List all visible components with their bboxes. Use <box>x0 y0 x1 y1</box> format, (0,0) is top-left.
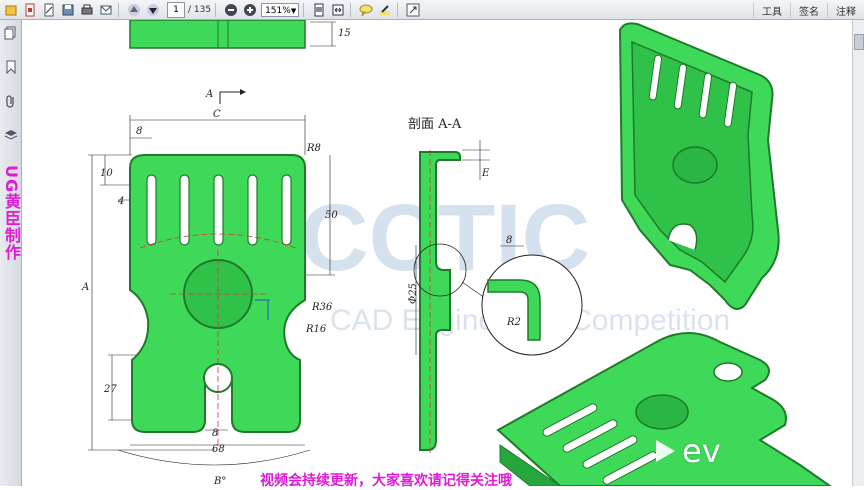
tools-menu[interactable]: 工具 <box>753 2 790 18</box>
comment-icon[interactable] <box>358 2 374 18</box>
pdf-toolbar: 1 / 135 151% ▼ 工具 签名 注释 <box>0 0 864 20</box>
fit-page-icon[interactable] <box>311 2 327 18</box>
fit-width-icon[interactable] <box>330 2 346 18</box>
dim-8-section: 8 <box>506 235 512 246</box>
dim-phi25: Φ25 <box>408 283 419 304</box>
dim-c: C <box>213 109 221 120</box>
dim-r2: R2 <box>506 317 521 328</box>
part-front-view <box>129 154 306 445</box>
dim-50: 50 <box>325 210 338 221</box>
dim-b: B° <box>213 476 226 486</box>
top-partial-view: 15 <box>129 20 351 49</box>
pages-icon[interactable] <box>4 26 18 40</box>
ev-logo-text: ev <box>682 432 721 470</box>
zoom-in-icon[interactable] <box>242 2 258 18</box>
section-title: 剖面 A-A <box>408 117 462 132</box>
dim-r16: R16 <box>305 324 327 335</box>
scrollbar-thumb[interactable] <box>853 34 864 50</box>
bookmark-icon[interactable] <box>4 60 18 75</box>
page-number-input[interactable]: 1 <box>167 1 185 18</box>
vertical-scrollbar[interactable] <box>852 20 864 486</box>
toolbar-separator <box>303 2 305 17</box>
comment-menu[interactable]: 注释 <box>827 2 864 18</box>
part-3d-view-top <box>618 22 780 310</box>
print-icon[interactable] <box>79 2 95 18</box>
dim-8-bottom: 8 <box>212 428 218 439</box>
dim-68: 68 <box>212 444 225 455</box>
dim-27: 27 <box>103 384 117 395</box>
previous-page-icon[interactable] <box>126 2 142 18</box>
expand-icon[interactable] <box>405 2 421 18</box>
chevron-down-icon: ▼ <box>290 6 297 15</box>
page-total-label: / 135 <box>188 4 212 15</box>
zoom-out-icon[interactable] <box>223 2 239 18</box>
zoom-select[interactable]: 151% ▼ <box>261 2 300 17</box>
dim-4: 4 <box>117 196 124 207</box>
engineering-drawing: CCTIC CAD Engineering Competition 15 A C… <box>81 20 832 486</box>
toolbar-separator <box>397 2 399 17</box>
zoom-value: 151% <box>265 5 291 16</box>
open-file-icon[interactable] <box>3 2 19 18</box>
ev-watermark-logo: ev <box>650 432 721 470</box>
create-pdf-icon[interactable] <box>22 2 38 18</box>
next-page-icon[interactable] <box>145 2 161 18</box>
layers-icon[interactable] <box>4 128 18 142</box>
sign-menu[interactable]: 签名 <box>790 2 827 18</box>
dim-10: 10 <box>100 168 113 179</box>
edit-icon[interactable] <box>41 2 57 18</box>
toolbar-right-menu: 工具 签名 注释 <box>753 0 864 20</box>
highlight-icon[interactable] <box>377 2 393 18</box>
toolbar-separator <box>350 2 352 17</box>
document-page[interactable]: CCTIC CAD Engineering Competition 15 A C… <box>22 20 852 486</box>
email-icon[interactable] <box>98 2 114 18</box>
dim-r8-top: R8 <box>306 143 321 154</box>
attachment-icon[interactable] <box>4 94 18 108</box>
video-subtitle: 视频会持续更新，大家喜欢请记得关注哦 <box>260 473 512 489</box>
dim-e: E <box>481 168 490 179</box>
side-caption: UG黄臣制作 <box>2 165 21 262</box>
dim-r36: R36 <box>311 302 333 313</box>
play-icon <box>656 440 675 462</box>
dim-a: A <box>81 282 89 293</box>
toolbar-separator <box>215 2 217 17</box>
save-icon[interactable] <box>60 2 76 18</box>
view-label-a: A <box>205 89 213 100</box>
dim-8-top: 8 <box>136 126 142 137</box>
toolbar-separator <box>118 2 119 17</box>
dim-15: 15 <box>338 28 351 39</box>
